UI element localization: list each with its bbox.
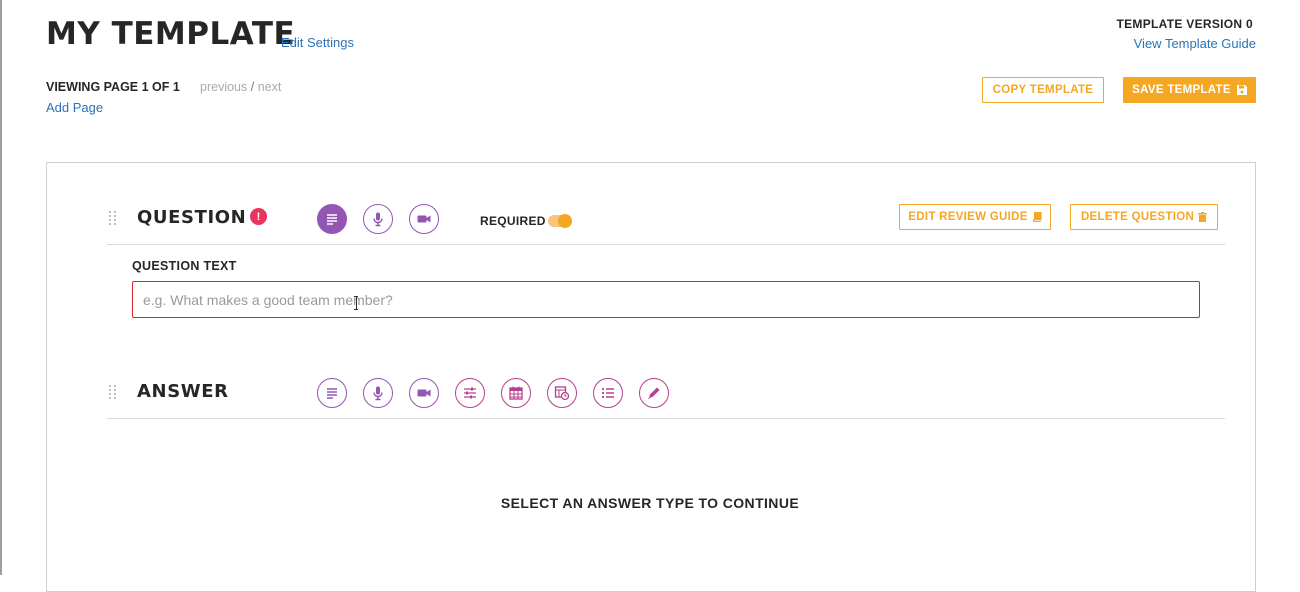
copy-template-button[interactable]: COPY TEMPLATE: [982, 77, 1104, 103]
page-title: MY TEMPLATE: [46, 16, 296, 52]
book-icon: [1032, 212, 1042, 222]
question-text-label: QUESTION TEXT: [132, 259, 237, 273]
pager-separator: /: [250, 80, 255, 94]
edit-review-guide-button[interactable]: EDIT REVIEW GUIDE: [899, 204, 1051, 230]
delete-question-button[interactable]: DELETE QUESTION: [1070, 204, 1218, 230]
text-cursor-icon: [354, 296, 358, 310]
template-version: TEMPLATE VERSION 0: [1116, 17, 1253, 31]
previous-link[interactable]: previous: [200, 80, 247, 94]
alert-icon: !: [250, 208, 267, 225]
required-label: REQUIRED: [480, 214, 546, 228]
answer-divider: [107, 418, 1225, 419]
edit-settings-link[interactable]: Edit Settings: [281, 35, 354, 50]
page-indicator: VIEWING PAGE 1 OF 1: [46, 80, 180, 94]
required-toggle[interactable]: [548, 214, 572, 228]
save-template-label: SAVE TEMPLATE: [1132, 84, 1231, 96]
left-border: [0, 0, 2, 575]
copy-template-label: COPY TEMPLATE: [992, 84, 1094, 96]
question-heading: QUESTION: [137, 207, 247, 228]
trash-icon: [1198, 212, 1208, 222]
answer-type-text-icon[interactable]: [317, 378, 347, 408]
floppy-disk-icon: [1236, 85, 1247, 95]
question-text-input[interactable]: [132, 281, 1200, 318]
next-link[interactable]: next: [258, 80, 282, 94]
answer-type-schedule-icon[interactable]: [547, 378, 577, 408]
save-template-button[interactable]: SAVE TEMPLATE: [1123, 77, 1256, 103]
view-template-guide-link[interactable]: View Template Guide: [1134, 36, 1256, 51]
answer-type-sliders-icon[interactable]: [455, 378, 485, 408]
answer-drag-handle-icon[interactable]: [109, 385, 119, 399]
question-divider: [107, 244, 1225, 245]
question-type-video-icon[interactable]: [409, 204, 439, 234]
answer-type-calendar-icon[interactable]: [501, 378, 531, 408]
answer-type-prompt: SELECT AN ANSWER TYPE TO CONTINUE: [500, 495, 800, 511]
question-drag-handle-icon[interactable]: [109, 211, 119, 225]
question-type-microphone-icon[interactable]: [363, 204, 393, 234]
answer-type-list-icon[interactable]: [593, 378, 623, 408]
answer-type-video-icon[interactable]: [409, 378, 439, 408]
toggle-knob: [558, 214, 572, 228]
add-page-link[interactable]: Add Page: [46, 100, 103, 115]
delete-question-label: DELETE QUESTION: [1080, 211, 1195, 223]
answer-type-microphone-icon[interactable]: [363, 378, 393, 408]
answer-heading: ANSWER: [137, 381, 229, 402]
answer-type-pen-icon[interactable]: [639, 378, 669, 408]
pager: previous / next: [200, 80, 281, 94]
edit-review-guide-label: EDIT REVIEW GUIDE: [908, 211, 1028, 223]
question-type-text-icon[interactable]: [317, 204, 347, 234]
